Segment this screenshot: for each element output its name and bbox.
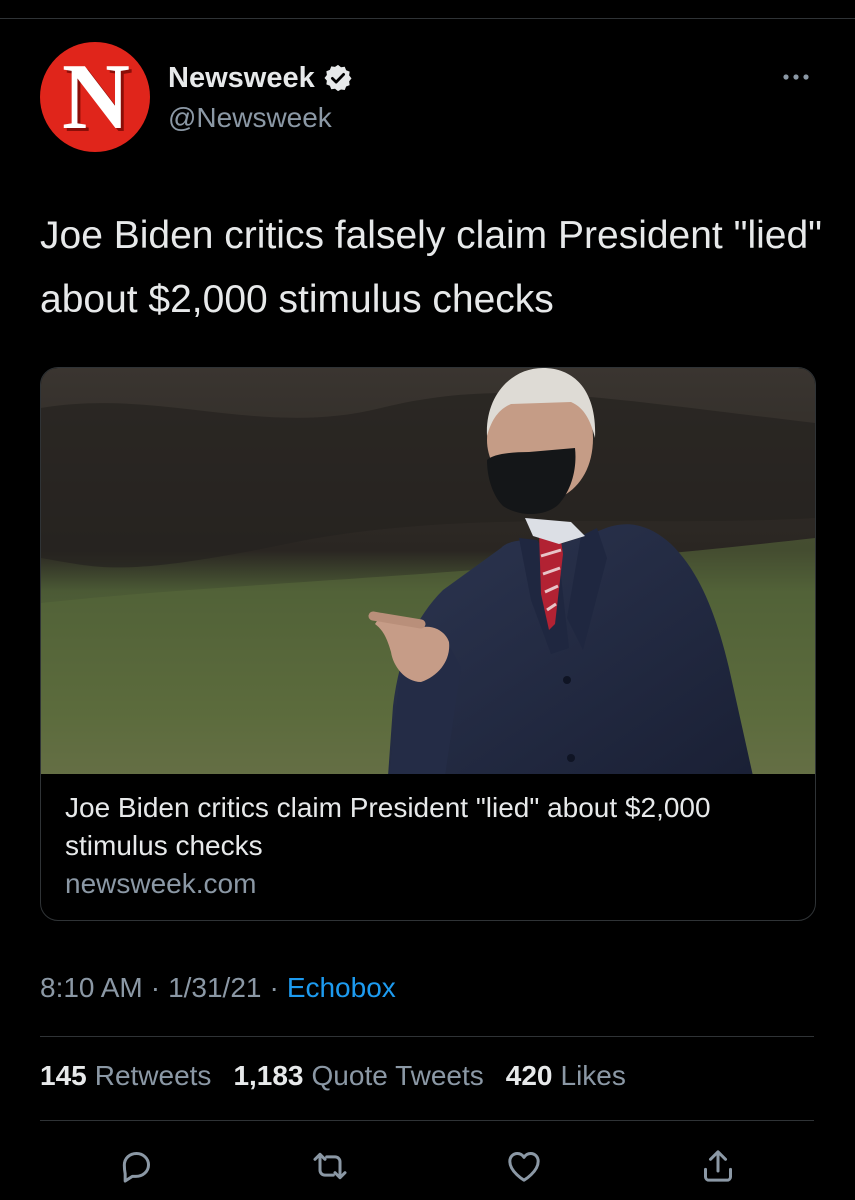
stats-bottom-divider bbox=[40, 1120, 814, 1121]
tweet-stats: 145 Retweets 1,183 Quote Tweets 420 Like… bbox=[40, 1060, 648, 1092]
more-options-icon[interactable] bbox=[778, 62, 814, 92]
stats-top-divider bbox=[40, 1036, 814, 1037]
top-divider bbox=[0, 18, 855, 19]
avatar-logo-letter: N bbox=[62, 45, 130, 149]
quote-tweets-label[interactable]: Quote Tweets bbox=[312, 1060, 484, 1092]
tweet-text: Joe Biden critics falsely claim Presiden… bbox=[40, 214, 822, 321]
account-handle[interactable]: @Newsweek bbox=[168, 102, 332, 134]
retweets-count[interactable]: 145 bbox=[40, 1060, 87, 1092]
account-name-row[interactable]: Newsweek bbox=[168, 60, 353, 96]
avatar[interactable]: N bbox=[40, 42, 150, 152]
reply-button[interactable] bbox=[116, 1146, 156, 1186]
retweets-label[interactable]: Retweets bbox=[95, 1060, 212, 1092]
like-icon bbox=[508, 1152, 540, 1182]
tweet-source-link[interactable]: Echobox bbox=[287, 972, 396, 1004]
share-button[interactable] bbox=[698, 1146, 738, 1186]
card-image[interactable] bbox=[41, 368, 815, 774]
tweet-meta: 8:10 AM · 1/31/21 · Echobox bbox=[40, 972, 396, 1004]
meta-separator: · bbox=[269, 972, 279, 1003]
card-title[interactable]: Joe Biden critics claim President "lied"… bbox=[65, 789, 785, 865]
display-name[interactable]: Newsweek bbox=[168, 62, 315, 95]
retweet-icon bbox=[313, 1152, 347, 1180]
verified-badge-icon bbox=[324, 64, 352, 92]
like-button[interactable] bbox=[504, 1146, 544, 1186]
reply-icon bbox=[122, 1152, 150, 1183]
quote-tweets-count[interactable]: 1,183 bbox=[233, 1060, 303, 1092]
likes-label[interactable]: Likes bbox=[561, 1060, 626, 1092]
link-card[interactable]: Joe Biden critics claim President "lied"… bbox=[40, 367, 816, 921]
meta-separator: · bbox=[150, 972, 161, 1003]
card-domain[interactable]: newsweek.com bbox=[65, 868, 256, 900]
retweet-button[interactable] bbox=[310, 1146, 350, 1186]
action-bar bbox=[40, 1140, 814, 1190]
tweet-time[interactable]: 8:10 AM bbox=[40, 972, 143, 1004]
share-icon bbox=[704, 1150, 732, 1182]
likes-count[interactable]: 420 bbox=[506, 1060, 553, 1092]
tweet-date[interactable]: 1/31/21 bbox=[168, 972, 261, 1004]
